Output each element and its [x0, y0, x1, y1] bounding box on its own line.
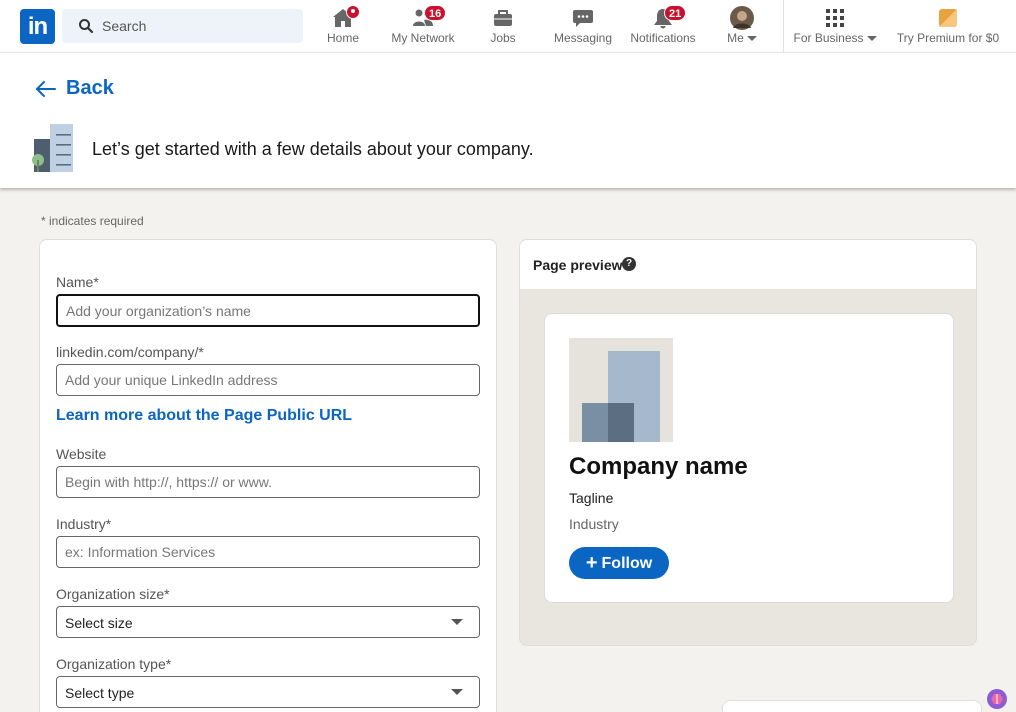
- nav-try-premium-label: Try Premium for $0: [896, 31, 1000, 45]
- nav-for-business-label: For Business: [793, 31, 864, 45]
- dropdown-arrow-icon: [451, 689, 463, 695]
- back-label: Back: [66, 77, 114, 99]
- briefcase-icon: [494, 10, 512, 26]
- nav-me[interactable]: Me: [720, 0, 764, 52]
- avatar: [730, 6, 754, 30]
- back-button[interactable]: Back: [34, 77, 114, 100]
- chevron-down-icon: [746, 36, 757, 41]
- linkedin-logo[interactable]: in: [20, 9, 55, 44]
- nav-notifications[interactable]: 21 Notifications: [628, 0, 698, 52]
- company-url-input[interactable]: [56, 364, 480, 396]
- chat-icon: [573, 10, 593, 27]
- notifications-badge: 21: [664, 5, 687, 21]
- nav-notifications-label: Notifications: [630, 31, 696, 45]
- nav-for-business-label-wrap: For Business: [792, 31, 878, 45]
- nav-jobs[interactable]: Jobs: [480, 0, 526, 52]
- follow-button[interactable]: + Follow: [569, 547, 669, 579]
- name-label: Name*: [56, 274, 99, 290]
- search-input[interactable]: [102, 9, 297, 43]
- learn-more-link[interactable]: Learn more about the Page Public URL: [56, 407, 352, 425]
- chevron-down-icon: [866, 36, 877, 41]
- preview-tagline: Tagline: [569, 490, 614, 506]
- website-label: Website: [56, 446, 107, 462]
- nav-messaging-label: Messaging: [553, 31, 613, 45]
- org-size-label: Organization size*: [56, 586, 170, 602]
- plus-icon: +: [585, 552, 598, 574]
- follow-label: Follow: [601, 555, 653, 572]
- search-box[interactable]: [62, 9, 303, 43]
- intro-text: Let’s get started with a few details abo…: [92, 139, 534, 159]
- company-logo-placeholder: [569, 338, 673, 442]
- nav-jobs-label: Jobs: [490, 31, 516, 45]
- org-type-label: Organization type*: [56, 656, 172, 672]
- nav-divider: [783, 0, 784, 52]
- page-header: Back Let’s get started with a few detail…: [0, 53, 1016, 188]
- url-label: linkedin.com/company/*: [56, 344, 204, 360]
- nav-messaging[interactable]: Messaging: [552, 0, 614, 52]
- dropdown-arrow-icon: [451, 619, 463, 625]
- required-note: * indicates required: [41, 214, 144, 228]
- nav-me-label-wrap: Me: [720, 31, 764, 45]
- brain-icon[interactable]: [986, 688, 1008, 710]
- preview-header: Page preview ?: [520, 240, 976, 289]
- company-form: Name* linkedin.com/company/* Learn more …: [39, 239, 497, 712]
- nav-me-label: Me: [727, 31, 744, 45]
- search-icon: [79, 19, 94, 34]
- network-badge: 16: [424, 5, 447, 21]
- page-preview-panel: Page preview ? Company name Tagline Indu…: [519, 239, 977, 646]
- preview-title: Page preview: [533, 257, 623, 273]
- company-name-input[interactable]: [56, 294, 480, 327]
- premium-icon: [939, 9, 957, 27]
- nav-my-network[interactable]: 16 My Network: [388, 0, 458, 52]
- org-size-value: Select size: [65, 615, 133, 631]
- help-icon[interactable]: ?: [622, 257, 636, 271]
- industry-input[interactable]: [56, 536, 480, 568]
- nav-home-label: Home: [326, 31, 359, 45]
- industry-label: Industry*: [56, 516, 112, 532]
- website-input[interactable]: [56, 466, 480, 498]
- org-size-select[interactable]: Select size: [56, 606, 480, 638]
- nav-my-network-label: My Network: [391, 31, 455, 45]
- grid-icon: [826, 9, 844, 27]
- preview-company-card: Company name Tagline Industry + Follow: [544, 313, 954, 603]
- org-type-select[interactable]: Select type: [56, 676, 480, 708]
- nav-for-business[interactable]: For Business: [792, 0, 878, 52]
- top-navigation: in Home 16 My Network Jobs: [0, 0, 1016, 53]
- partial-card: [722, 700, 982, 712]
- nav-try-premium[interactable]: Try Premium for $0: [894, 0, 1002, 52]
- preview-company-name: Company name: [569, 453, 748, 480]
- home-notification-dot: [346, 5, 360, 19]
- company-building-icon: [32, 124, 73, 172]
- org-type-value: Select type: [65, 685, 135, 701]
- nav-home[interactable]: Home: [318, 0, 368, 52]
- preview-industry: Industry: [569, 516, 619, 532]
- arrow-left-icon: [36, 80, 56, 97]
